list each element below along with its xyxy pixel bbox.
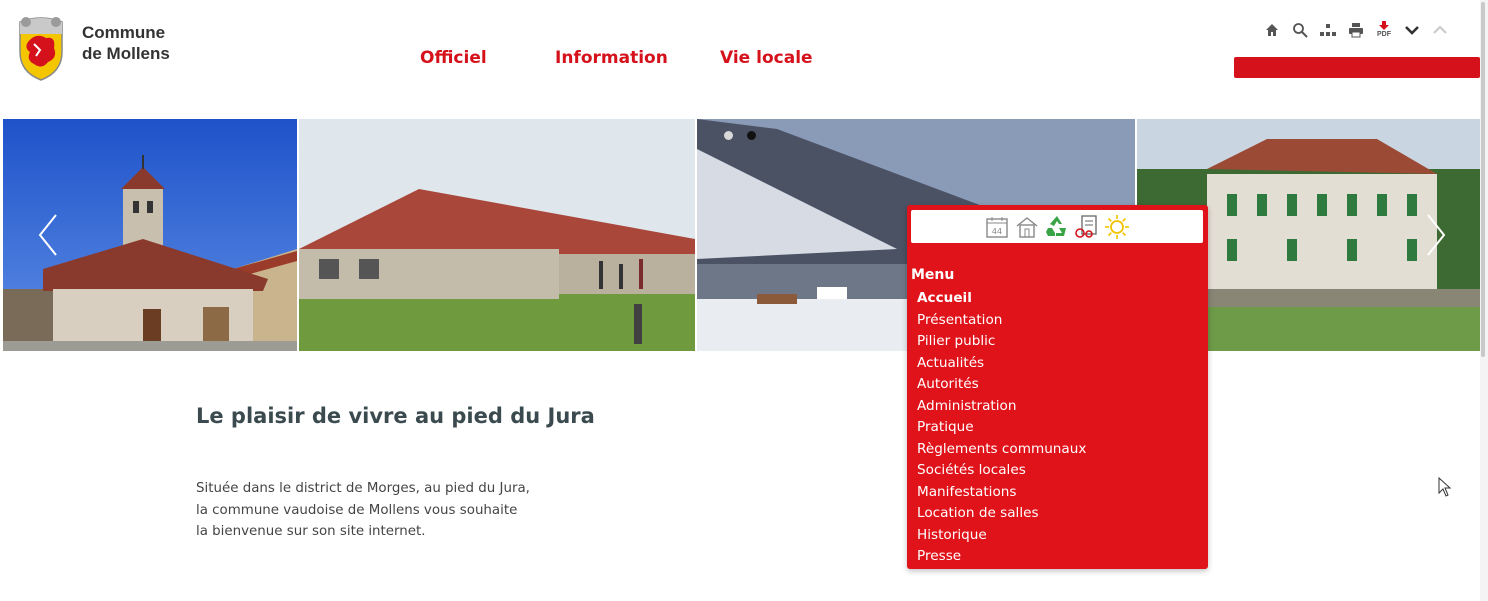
home-icon[interactable] <box>1262 20 1282 40</box>
recycling-icon[interactable] <box>1044 214 1070 240</box>
agriculture-form-icon[interactable] <box>1074 214 1100 240</box>
slide-farm-image <box>299 119 695 351</box>
nav-vie-locale[interactable]: Vie locale <box>720 48 813 68</box>
slider-next-arrow-icon[interactable] <box>1424 213 1448 257</box>
mouse-cursor-icon <box>1438 477 1452 497</box>
menu-item-accueil[interactable]: Accueil <box>917 288 1086 310</box>
toolbar: PDF <box>1262 20 1450 40</box>
intro-line-3: la bienvenue sur son site internet. <box>196 524 426 539</box>
brand-line-2: de Mollens <box>82 44 170 63</box>
slider-dot-2-active[interactable] <box>747 131 756 140</box>
house-icon[interactable] <box>1014 214 1040 240</box>
menu-list: Accueil Présentation Pilier public Actua… <box>917 288 1086 568</box>
slider-dot-1[interactable] <box>724 131 733 140</box>
menu-item-location-de-salles[interactable]: Location de salles <box>917 503 1086 525</box>
pdf-label: PDF <box>1377 31 1391 38</box>
chevron-down-icon[interactable] <box>1402 20 1422 40</box>
menu-item-pilier-public[interactable]: Pilier public <box>917 331 1086 353</box>
menu-item-presentation[interactable]: Présentation <box>917 310 1086 332</box>
page-headline: Le plaisir de vivre au pied du Jura <box>196 404 595 428</box>
menu-item-administration[interactable]: Administration <box>917 396 1086 418</box>
menu-item-manifestations[interactable]: Manifestations <box>917 482 1086 504</box>
menu-item-reglements-communaux[interactable]: Règlements communaux <box>917 439 1086 461</box>
menu-item-historique[interactable]: Historique <box>917 525 1086 547</box>
search-icon[interactable] <box>1290 20 1310 40</box>
nav-information[interactable]: Information <box>555 48 668 68</box>
pdf-icon[interactable]: PDF <box>1374 20 1394 40</box>
page-scrollbar-thumb[interactable] <box>1481 2 1485 357</box>
print-icon[interactable] <box>1346 20 1366 40</box>
intro-line-1: Située dans le district de Morges, au pi… <box>196 481 530 496</box>
menu-item-pratique[interactable]: Pratique <box>917 417 1086 439</box>
menu-item-autorites[interactable]: Autorités <box>917 374 1086 396</box>
intro-line-2: la commune vaudoise de Mollens vous souh… <box>196 502 518 518</box>
menu-dropdown-panel: 44 Menu Accueil Présentation Pilier publ… <box>907 205 1208 569</box>
slider-dots <box>724 131 756 140</box>
intro-text: Située dans le district de Morges, au pi… <box>196 478 556 543</box>
sun-icon[interactable] <box>1104 214 1130 240</box>
calendar-44-icon[interactable]: 44 <box>984 214 1010 240</box>
menu-title: Menu <box>911 267 955 283</box>
menu-item-societes-locales[interactable]: Sociétés locales <box>917 460 1086 482</box>
coat-of-arms-logo[interactable] <box>12 12 70 82</box>
sitemap-icon[interactable] <box>1318 20 1338 40</box>
nav-officiel[interactable]: Officiel <box>420 48 487 68</box>
chevron-up-icon[interactable] <box>1430 20 1450 40</box>
toolbar-red-bar[interactable] <box>1234 57 1480 78</box>
calendar-day-label: 44 <box>992 227 1002 236</box>
brand-line-1: Commune <box>82 23 166 42</box>
menu-item-actualites[interactable]: Actualités <box>917 353 1086 375</box>
menu-quick-icons: 44 <box>911 210 1203 243</box>
photo-slider <box>3 119 1480 351</box>
menu-item-presse[interactable]: Presse <box>917 546 1086 568</box>
slider-prev-arrow-icon[interactable] <box>36 213 60 257</box>
page: Commune de Mollens Officiel Information … <box>0 0 1488 601</box>
brand-name[interactable]: Commune de Mollens <box>82 22 170 64</box>
